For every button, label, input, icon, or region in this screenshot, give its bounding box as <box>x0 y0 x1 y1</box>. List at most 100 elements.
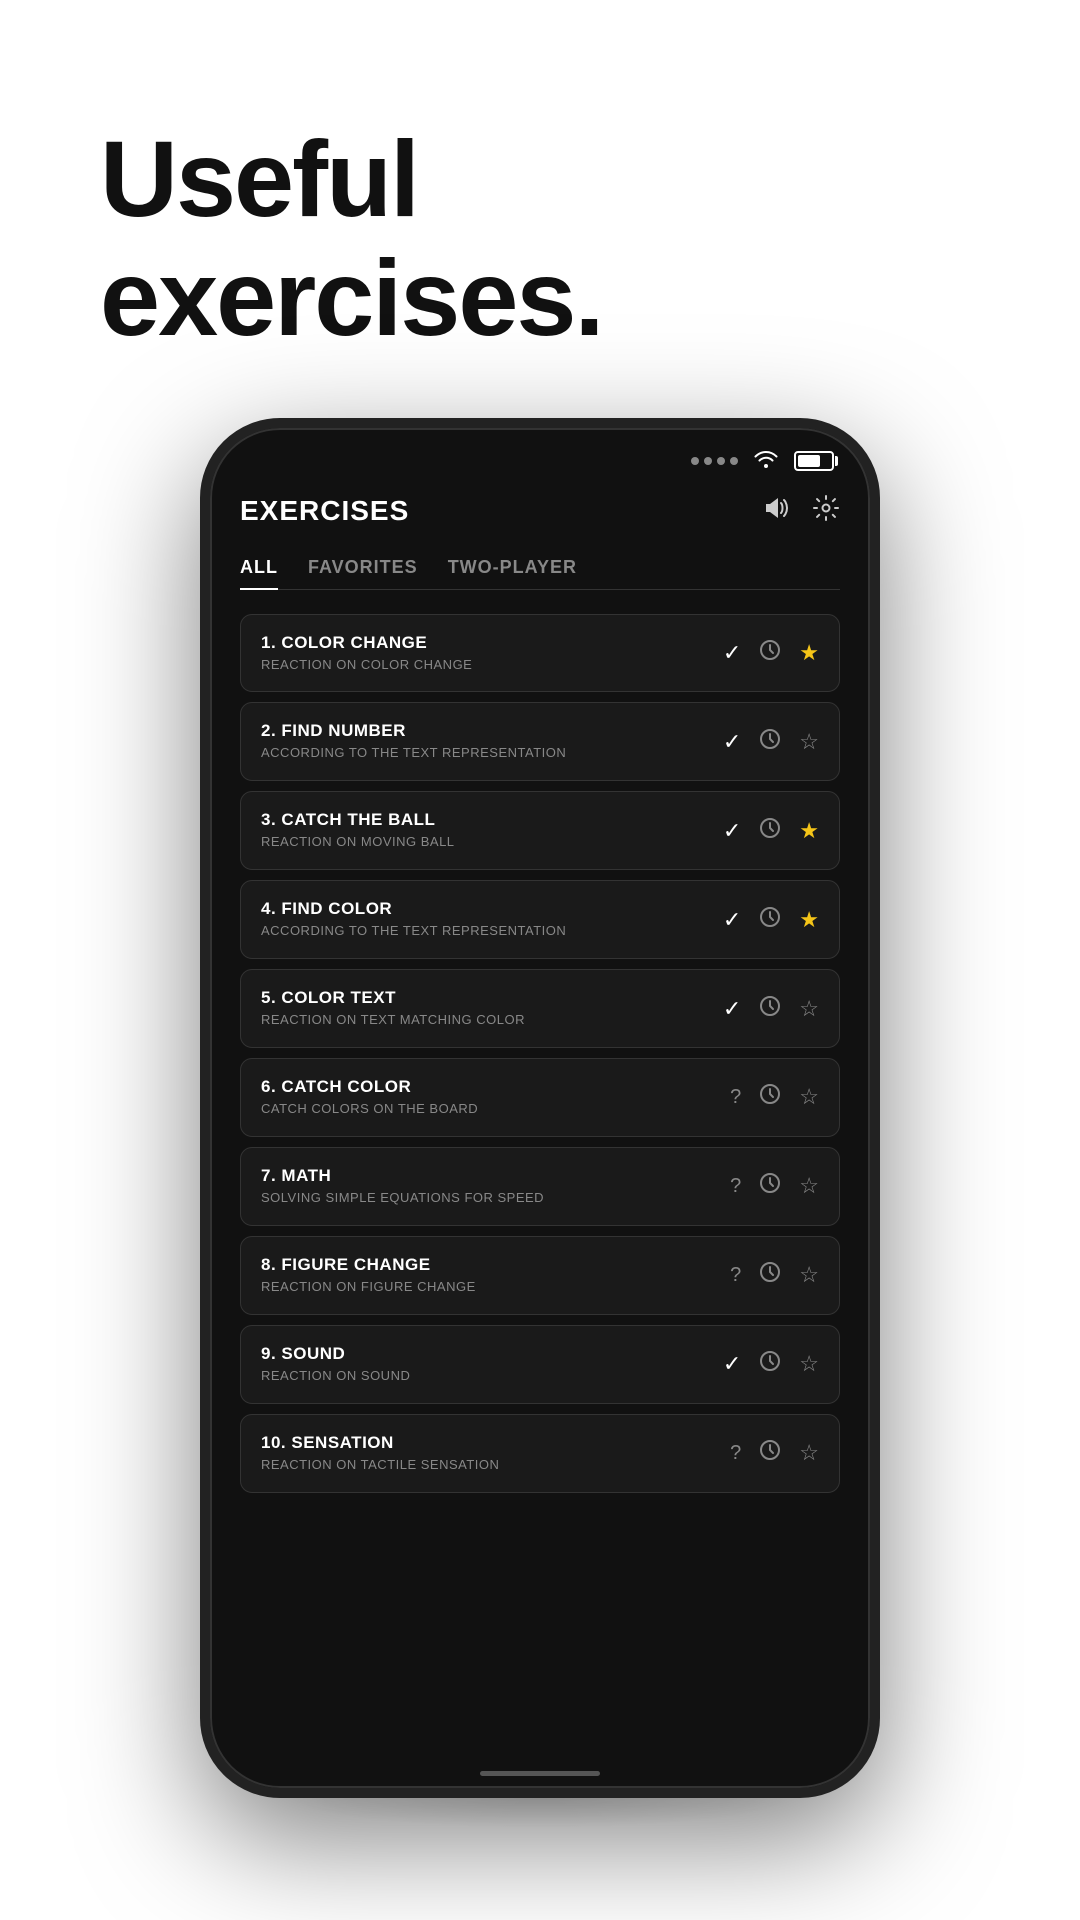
exercise-item[interactable]: 3. CATCH THE BALL REACTION ON MOVING BAL… <box>240 791 840 870</box>
check-icon: ✓ <box>723 907 741 933</box>
exercise-info: 2. FIND NUMBER ACCORDING TO THE TEXT REP… <box>261 721 723 762</box>
history-icon <box>759 1261 781 1289</box>
exercise-name: 2. FIND NUMBER <box>261 721 723 741</box>
exercise-actions: ✓ ★ <box>723 906 819 934</box>
tabs: ALL FAVORITES TWO-PLAYER <box>240 557 840 590</box>
history-icon <box>759 995 781 1023</box>
exercise-info: 5. COLOR TEXT REACTION ON TEXT MATCHING … <box>261 988 723 1029</box>
star-icon[interactable]: ☆ <box>799 1262 819 1288</box>
exercise-desc: REACTION ON FIGURE CHANGE <box>261 1279 730 1296</box>
exercise-name: 4. FIND COLOR <box>261 899 723 919</box>
check-icon: ✓ <box>723 1351 741 1377</box>
exercise-info: 10. SENSATION REACTION ON TACTILE SENSAT… <box>261 1433 730 1474</box>
star-icon[interactable]: ☆ <box>799 729 819 755</box>
star-icon[interactable]: ★ <box>799 818 819 844</box>
settings-icon[interactable] <box>812 494 840 529</box>
exercise-actions: ? ☆ <box>730 1083 819 1111</box>
exercise-item[interactable]: 8. FIGURE CHANGE REACTION ON FIGURE CHAN… <box>240 1236 840 1315</box>
check-icon: ✓ <box>723 818 741 844</box>
exercise-desc: SOLVING SIMPLE EQUATIONS FOR SPEED <box>261 1190 730 1207</box>
question-icon: ? <box>730 1442 741 1465</box>
exercise-info: 6. CATCH COLOR CATCH COLORS ON THE BOARD <box>261 1077 730 1118</box>
star-icon[interactable]: ☆ <box>799 1084 819 1110</box>
phone-shell: EXERCISES <box>200 418 880 1798</box>
battery-icon <box>794 451 834 471</box>
exercise-desc: ACCORDING TO THE TEXT REPRESENTATION <box>261 745 723 762</box>
exercise-actions: ? ☆ <box>730 1439 819 1467</box>
wifi-icon <box>754 448 778 474</box>
exercise-info: 3. CATCH THE BALL REACTION ON MOVING BAL… <box>261 810 723 851</box>
check-icon: ✓ <box>723 640 741 666</box>
question-icon: ? <box>730 1264 741 1287</box>
tab-all[interactable]: ALL <box>240 557 278 590</box>
exercise-name: 7. MATH <box>261 1166 730 1186</box>
question-icon: ? <box>730 1175 741 1198</box>
exercise-info: 7. MATH SOLVING SIMPLE EQUATIONS FOR SPE… <box>261 1166 730 1207</box>
exercise-desc: CATCH COLORS ON THE BOARD <box>261 1101 730 1118</box>
app-header: EXERCISES <box>240 494 840 529</box>
page-header: Useful exercises. <box>0 0 1080 418</box>
exercise-name: 5. COLOR TEXT <box>261 988 723 1008</box>
star-icon[interactable]: ☆ <box>799 1351 819 1377</box>
check-icon: ✓ <box>723 996 741 1022</box>
exercise-actions: ? ☆ <box>730 1261 819 1289</box>
star-icon[interactable]: ★ <box>799 907 819 933</box>
star-icon[interactable]: ★ <box>799 640 819 666</box>
exercise-name: 1. COLOR CHANGE <box>261 633 723 653</box>
history-icon <box>759 1172 781 1200</box>
history-icon <box>759 639 781 667</box>
exercise-actions: ✓ ★ <box>723 639 819 667</box>
exercise-info: 1. COLOR CHANGE REACTION ON COLOR CHANGE <box>261 633 723 674</box>
sound-icon[interactable] <box>764 494 792 529</box>
exercise-actions: ✓ ★ <box>723 817 819 845</box>
exercise-name: 3. CATCH THE BALL <box>261 810 723 830</box>
exercise-item[interactable]: 1. COLOR CHANGE REACTION ON COLOR CHANGE… <box>240 614 840 693</box>
exercise-item[interactable]: 6. CATCH COLOR CATCH COLORS ON THE BOARD… <box>240 1058 840 1137</box>
exercise-desc: REACTION ON TACTILE SENSATION <box>261 1457 730 1474</box>
exercise-item[interactable]: 9. SOUND REACTION ON SOUND ✓ ☆ <box>240 1325 840 1404</box>
status-bar <box>210 428 870 484</box>
exercise-name: 6. CATCH COLOR <box>261 1077 730 1097</box>
exercise-info: 8. FIGURE CHANGE REACTION ON FIGURE CHAN… <box>261 1255 730 1296</box>
exercise-name: 10. SENSATION <box>261 1433 730 1453</box>
history-icon <box>759 1083 781 1111</box>
star-icon[interactable]: ☆ <box>799 1173 819 1199</box>
exercise-info: 4. FIND COLOR ACCORDING TO THE TEXT REPR… <box>261 899 723 940</box>
history-icon <box>759 906 781 934</box>
exercise-list: 1. COLOR CHANGE REACTION ON COLOR CHANGE… <box>240 614 840 1493</box>
exercise-actions: ✓ ☆ <box>723 1350 819 1378</box>
signal-dots <box>691 457 738 465</box>
exercise-actions: ✓ ☆ <box>723 995 819 1023</box>
exercise-name: 9. SOUND <box>261 1344 723 1364</box>
star-icon[interactable]: ☆ <box>799 1440 819 1466</box>
exercise-desc: REACTION ON MOVING BALL <box>261 834 723 851</box>
exercise-actions: ✓ ☆ <box>723 728 819 756</box>
app-title: EXERCISES <box>240 495 409 527</box>
history-icon <box>759 1350 781 1378</box>
exercise-desc: REACTION ON SOUND <box>261 1368 723 1385</box>
header-icons <box>764 494 840 529</box>
exercise-desc: ACCORDING TO THE TEXT REPRESENTATION <box>261 923 723 940</box>
history-icon <box>759 728 781 756</box>
tab-favorites[interactable]: FAVORITES <box>308 557 418 589</box>
phone-mockup: EXERCISES <box>200 418 880 1798</box>
history-icon <box>759 1439 781 1467</box>
page-title: Useful exercises. <box>100 120 980 358</box>
exercise-item[interactable]: 2. FIND NUMBER ACCORDING TO THE TEXT REP… <box>240 702 840 781</box>
exercise-desc: REACTION ON COLOR CHANGE <box>261 657 723 674</box>
exercise-info: 9. SOUND REACTION ON SOUND <box>261 1344 723 1385</box>
check-icon: ✓ <box>723 729 741 755</box>
exercise-actions: ? ☆ <box>730 1172 819 1200</box>
question-icon: ? <box>730 1086 741 1109</box>
star-icon[interactable]: ☆ <box>799 996 819 1022</box>
exercise-desc: REACTION ON TEXT MATCHING COLOR <box>261 1012 723 1029</box>
exercise-item[interactable]: 7. MATH SOLVING SIMPLE EQUATIONS FOR SPE… <box>240 1147 840 1226</box>
exercise-item[interactable]: 10. SENSATION REACTION ON TACTILE SENSAT… <box>240 1414 840 1493</box>
exercise-name: 8. FIGURE CHANGE <box>261 1255 730 1275</box>
tab-two-player[interactable]: TWO-PLAYER <box>448 557 577 589</box>
exercise-item[interactable]: 5. COLOR TEXT REACTION ON TEXT MATCHING … <box>240 969 840 1048</box>
exercise-item[interactable]: 4. FIND COLOR ACCORDING TO THE TEXT REPR… <box>240 880 840 959</box>
home-indicator <box>480 1771 600 1776</box>
history-icon <box>759 817 781 845</box>
app-content: EXERCISES <box>210 484 870 1784</box>
